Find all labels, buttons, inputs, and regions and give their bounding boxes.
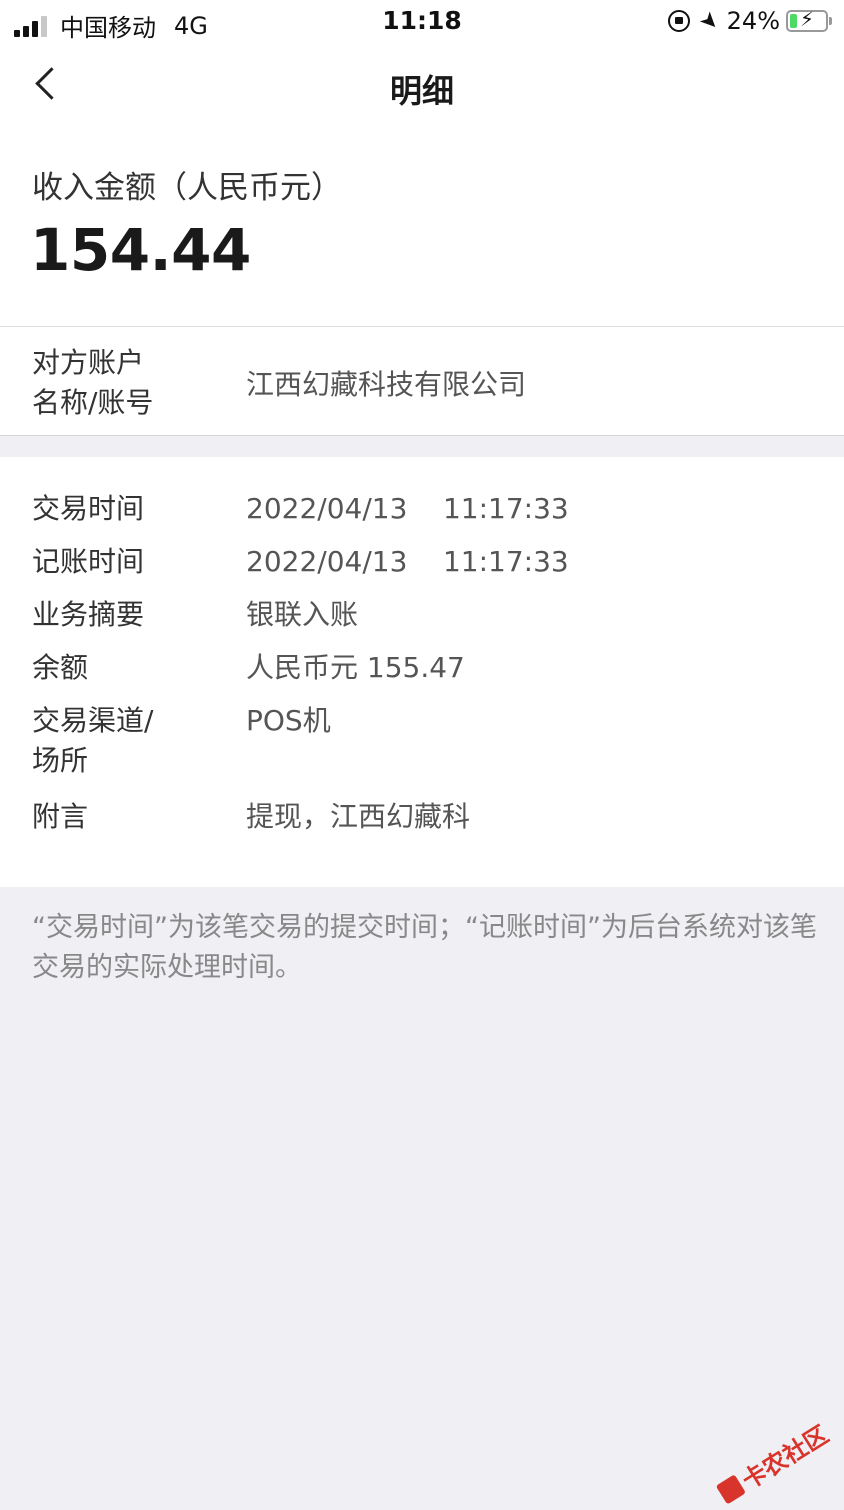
battery-tip [829,17,832,25]
detail-label: 交易时间 [32,492,145,525]
transaction-details: 交易时间 2022/04/13 11:17:33 记账时间 2022/04/13… [0,457,844,887]
amount-value: 154.44 [30,216,251,284]
counterparty-label: 对方账户 名称/账号 [32,343,212,423]
detail-label-line1: 交易渠道/ [32,704,154,737]
battery-percent: 24% [726,7,780,35]
detail-value: POS机 [246,704,331,737]
detail-value: 2022/04/13 11:17:33 [246,545,569,578]
battery-icon: ⚡ [786,7,828,32]
detail-value: 银联入账 [246,598,359,631]
page-title: 明细 [389,72,454,110]
detail-value: 2022/04/13 11:17:33 [246,492,569,525]
counterparty-label-line1: 对方账户 [32,346,145,379]
counterparty-section: 对方账户 名称/账号 江西幻藏科技有限公司 [0,327,844,436]
status-right: ➤ 24% ⚡ [668,5,832,37]
detail-label: 余额 [32,651,89,684]
amount-label: 收入金额（人民币元） [32,170,342,206]
nav-bar: 明细 [0,44,844,128]
detail-value: 人民币元 155.47 [246,651,465,684]
detail-label-line2: 场所 [32,744,89,777]
detail-label: 附言 [32,800,89,833]
rotation-lock-icon [668,10,691,32]
status-bar: 中国移动 4G 11:18 ➤ 24% ⚡ [0,0,844,44]
watermark: 卡农社区 [712,1415,834,1509]
watermark-text: 卡农社区 [737,1420,834,1496]
counterparty-label-line2: 名称/账号 [32,386,154,419]
detail-label: 交易渠道/ 场所 [32,701,222,781]
counterparty-value: 江西幻藏科技有限公司 [246,368,527,401]
charging-bolt-icon: ⚡ [799,7,815,31]
detail-label: 业务摘要 [32,598,145,631]
location-arrow-icon: ➤ [694,5,725,37]
detail-value: 提现，江西幻藏科 [246,800,471,833]
footnote: “交易时间”为该笔交易的提交时间；“记账时间”为后台系统对该笔交易的实际处理时间… [32,912,817,983]
amount-section: 收入金额（人民币元） 154.44 [0,128,844,327]
detail-label: 记账时间 [32,545,145,578]
